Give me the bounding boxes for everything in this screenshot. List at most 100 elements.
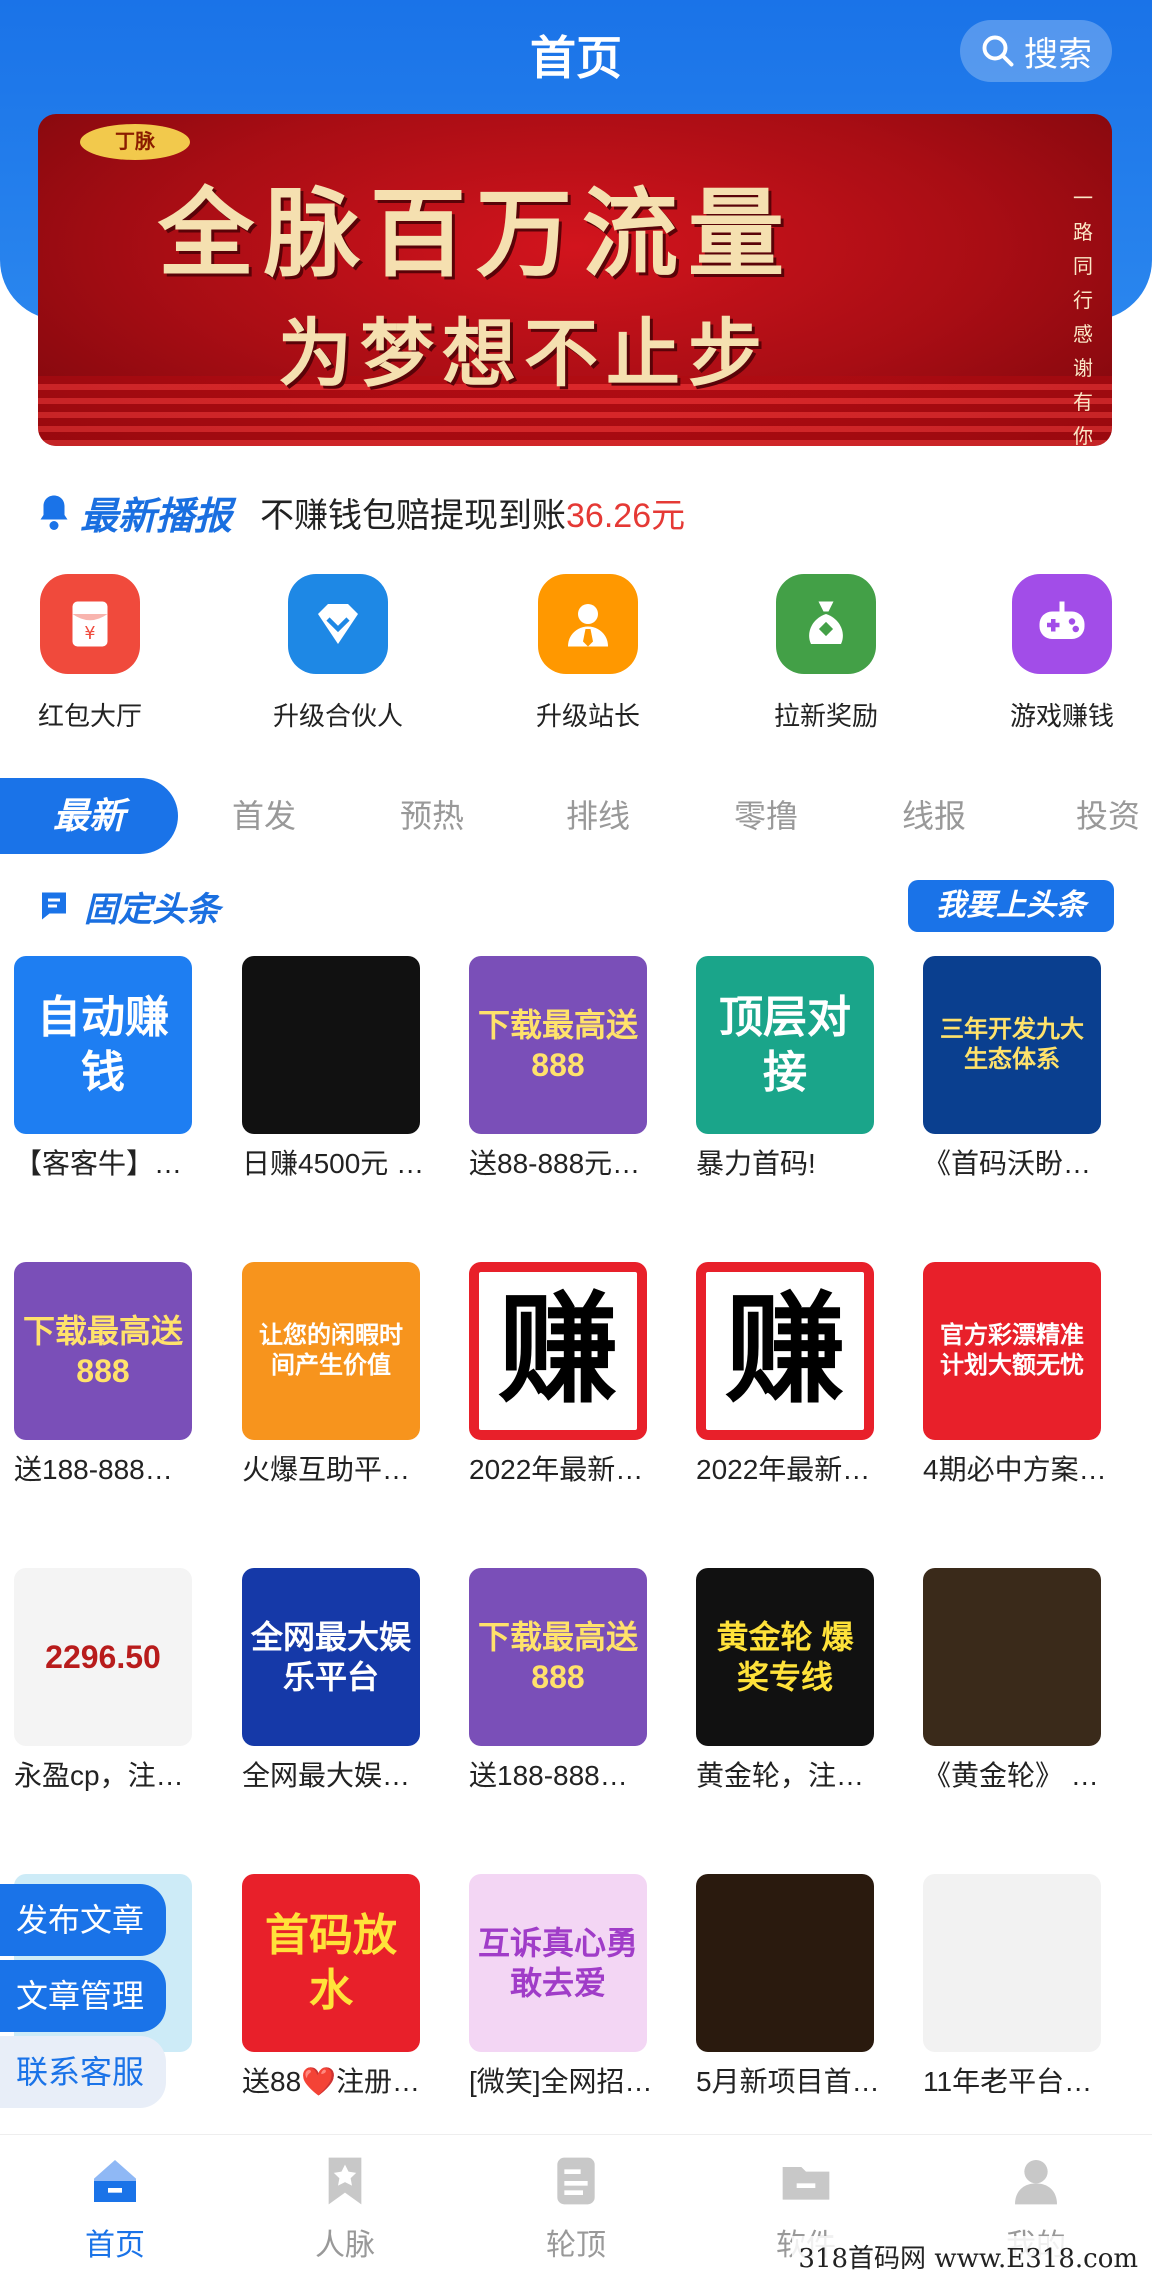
- article-card[interactable]: 5月新项目首…: [696, 1874, 886, 2100]
- contact-support-button[interactable]: 联系客服: [0, 2036, 166, 2108]
- folder-icon: [782, 2167, 830, 2200]
- article-caption: 送88-888元…: [469, 1148, 641, 1179]
- article-thumbnail: [696, 1874, 874, 2052]
- quick-label: 升级合伙人: [272, 701, 403, 731]
- article-caption: 5月新项目首…: [696, 2066, 880, 2097]
- article-thumbnail: 顶层对接: [696, 956, 874, 1134]
- nav-label: 轮顶: [546, 2229, 606, 2262]
- article-card[interactable]: 赚 2022年最新…: [696, 1262, 886, 1488]
- manage-articles-button[interactable]: 文章管理: [0, 1960, 166, 2032]
- article-caption: 黄金轮，注…: [696, 1760, 865, 1791]
- nav-contacts[interactable]: 人脉: [275, 2153, 415, 2264]
- article-thumbnail: 互诉真心勇敢去爱: [469, 1874, 647, 2052]
- broadcast-text: 不赚钱包赔提现到账: [260, 496, 567, 535]
- article-caption: 全网最大娱…: [242, 1760, 411, 1791]
- article-card[interactable]: 三年开发九大生态体系《首码沃盼…: [923, 956, 1113, 1182]
- section-header: 固定头条: [36, 880, 220, 932]
- quick-label: 游戏赚钱: [1009, 701, 1114, 731]
- tab-tips[interactable]: 线报: [882, 778, 986, 854]
- broadcast-title: 最新播报: [80, 495, 233, 538]
- article-card[interactable]: 赚 2022年最新…: [469, 1262, 659, 1488]
- article-caption: 【客客牛】…: [14, 1148, 183, 1179]
- document-icon: [557, 2157, 595, 2205]
- article-thumbnail: [923, 1568, 1101, 1746]
- article-card[interactable]: 让您的闲暇时间产生价值火爆互助平…: [242, 1262, 432, 1488]
- article-card[interactable]: 11年老平台…: [923, 1874, 1113, 2100]
- nav-home[interactable]: 首页: [45, 2153, 185, 2264]
- quick-item-games[interactable]: 游戏赚钱: [962, 574, 1152, 733]
- article-caption: 《黄金轮》 …: [923, 1760, 1099, 1791]
- tab-investment[interactable]: 投资: [1056, 778, 1152, 854]
- search-label: 搜索: [1024, 35, 1092, 74]
- article-caption: 11年老平台…: [923, 2066, 1093, 2097]
- article-caption: 暴力首码!: [696, 1148, 816, 1179]
- article-card[interactable]: 《黄金轮》 …: [923, 1568, 1113, 1794]
- nav-label: 人脉: [315, 2229, 375, 2262]
- article-card[interactable]: 下载最高送888 送188-888…: [14, 1262, 204, 1488]
- article-card[interactable]: 2296.50 永盈cp，注…: [14, 1568, 204, 1794]
- article-caption: 送88❤️注册…: [242, 2066, 421, 2097]
- nav-label: 首页: [85, 2229, 145, 2262]
- article-card[interactable]: 官方彩漂精准计划大额无忧 4期必中方案…: [923, 1262, 1113, 1488]
- search-button[interactable]: 搜索: [960, 20, 1112, 82]
- article-card[interactable]: 全网最大娱乐平台全网最大娱…: [242, 1568, 432, 1794]
- quick-item-referral[interactable]: 拉新奖励: [726, 574, 926, 733]
- article-thumbnail: 赚: [696, 1262, 874, 1440]
- quick-item-webmaster[interactable]: 升级站长: [488, 574, 688, 733]
- tab-zero-cost[interactable]: 零撸: [714, 778, 818, 854]
- banner-headline: 全脉百万流量: [158, 177, 794, 290]
- article-thumbnail: 官方彩漂精准计划大额无忧: [923, 1262, 1101, 1440]
- search-icon: [982, 35, 1014, 67]
- article-thumbnail: 全网最大娱乐平台: [242, 1568, 420, 1746]
- article-card[interactable]: 下载最高送888 送188-888…: [469, 1568, 659, 1794]
- quick-label: 拉新奖励: [773, 701, 878, 731]
- tab-first-release[interactable]: 首发: [212, 778, 316, 854]
- tab-preheat[interactable]: 预热: [380, 778, 484, 854]
- article-thumbnail: 2296.50: [14, 1568, 192, 1746]
- article-thumbnail: 下载最高送888: [469, 1568, 647, 1746]
- category-tabs: 最新 首发 预热 排线 零撸 线报 投资: [0, 778, 1152, 854]
- publish-article-button[interactable]: 发布文章: [0, 1884, 166, 1956]
- article-thumbnail: 下载最高送888: [469, 956, 647, 1134]
- tab-lineup[interactable]: 排线: [546, 778, 650, 854]
- article-caption: 送188-888…: [469, 1760, 628, 1791]
- article-caption: 永盈cp，注…: [14, 1760, 184, 1791]
- promo-banner[interactable]: 丁脉 全脉百万流量 为梦想不止步 一路同行感谢有你: [38, 114, 1112, 446]
- broadcast-amount: 36.26元: [566, 496, 686, 535]
- quick-item-partner[interactable]: 升级合伙人: [238, 574, 438, 733]
- article-caption: 送188-888…: [14, 1454, 173, 1485]
- star-bookmark-icon: [328, 2157, 362, 2205]
- banner-logo: 丁脉: [80, 124, 190, 160]
- article-thumbnail: 让您的闲暇时间产生价值: [242, 1262, 420, 1440]
- money-bag-icon: [776, 574, 876, 674]
- article-card[interactable]: 下载最高送888 送88-888元…: [469, 956, 659, 1182]
- quick-menu: ¥ 红包大厅 升级合伙人 升级站长 拉新奖励 游戏赚钱: [0, 574, 1152, 744]
- article-thumbnail: [242, 956, 420, 1134]
- banner-side-text: 一路同行感谢有你: [1073, 188, 1093, 446]
- profile-icon: [1015, 2160, 1057, 2205]
- gamepad-icon: [1012, 574, 1112, 674]
- article-thumbnail: 三年开发九大生态体系: [923, 956, 1101, 1134]
- article-thumbnail: 黄金轮 爆奖专线: [696, 1568, 874, 1746]
- article-thumbnail: 首码放水: [242, 1874, 420, 2052]
- article-thumbnail: 自动赚钱: [14, 956, 192, 1134]
- article-card[interactable]: 黄金轮 爆奖专线黄金轮，注…: [696, 1568, 886, 1794]
- article-thumbnail: [923, 1874, 1101, 2052]
- article-card[interactable]: 顶层对接暴力首码!: [696, 956, 886, 1182]
- diamond-icon: [288, 574, 388, 674]
- article-thumbnail: 赚: [469, 1262, 647, 1440]
- article-card[interactable]: 日赚4500元 …: [242, 956, 432, 1182]
- tab-latest[interactable]: 最新: [0, 778, 178, 854]
- nav-top[interactable]: 轮顶: [506, 2153, 646, 2264]
- watermark: 318首码网 www.E318.com: [792, 2236, 1144, 2277]
- article-card[interactable]: 互诉真心勇敢去爱 [微笑]全网招…: [469, 1874, 659, 2100]
- news-broadcast[interactable]: 最新播报 不赚钱包赔提现到账 36.26元: [36, 484, 685, 540]
- quick-item-red-packet[interactable]: ¥ 红包大厅: [0, 574, 190, 733]
- home-icon: [94, 2160, 136, 2202]
- article-card[interactable]: 首码放水送88❤️注册…: [242, 1874, 432, 2100]
- article-caption: 火爆互助平…: [242, 1454, 411, 1485]
- section-title: 固定头条: [84, 890, 220, 929]
- article-caption: 《首码沃盼…: [923, 1148, 1092, 1179]
- article-card[interactable]: 自动赚钱【客客牛】…: [14, 956, 204, 1182]
- post-headline-button[interactable]: 我要上头条: [908, 880, 1114, 932]
